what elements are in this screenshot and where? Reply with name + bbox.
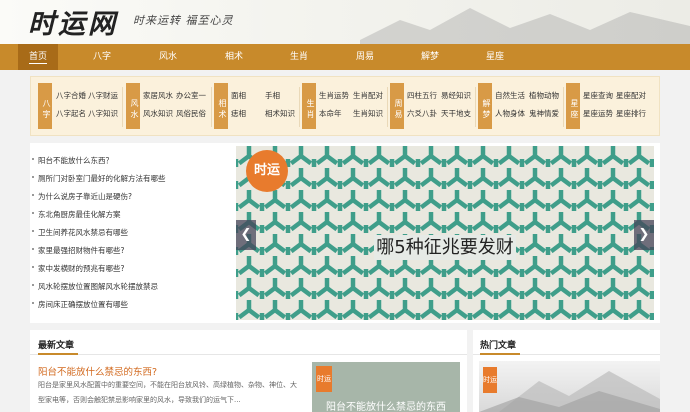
latest-articles-title: 最新文章: [38, 341, 75, 351]
category-link[interactable]: 星座运势: [583, 108, 613, 119]
category-link[interactable]: 星座配对: [616, 90, 646, 101]
category-tag-xiangshu[interactable]: 相术: [214, 83, 228, 129]
category-link[interactable]: 本命年: [319, 108, 342, 119]
category-tag-jiemeng[interactable]: 解梦: [478, 83, 492, 129]
category-divider: [211, 87, 212, 127]
category-link[interactable]: 生肖知识: [353, 108, 383, 119]
category-link[interactable]: 星座排行: [616, 108, 646, 119]
thumbnail-logo: 时运: [316, 366, 332, 392]
category-link[interactable]: 风水知识: [143, 108, 173, 119]
banner-title: 哪5种征兆要发财: [374, 235, 516, 260]
category-tag-zhouyi[interactable]: 周易: [390, 83, 404, 129]
category-divider: [299, 87, 300, 127]
category-divider: [563, 87, 564, 127]
category-link[interactable]: 植物动物: [529, 90, 559, 101]
category-link[interactable]: 相术知识: [265, 108, 295, 119]
article-thumbnail[interactable]: 时运 阳台不能放什么禁忌的东西: [312, 362, 460, 412]
category-link[interactable]: 鬼神情爱: [529, 108, 559, 119]
section-accent: [38, 353, 78, 355]
landscape-illustration: [479, 371, 660, 412]
article-description: 阳台是家里风水配置中的重要空间，不能在阳台放风铃、高绿植物、杂物、神位、大型家电…: [38, 381, 297, 404]
category-link[interactable]: 八字知识: [88, 108, 118, 119]
site-logo[interactable]: 时运网: [28, 2, 118, 41]
category-divider: [122, 87, 123, 127]
nav-shengxiao[interactable]: 生肖: [279, 44, 319, 70]
hot-article-image[interactable]: 时运: [479, 361, 660, 412]
category-link[interactable]: 自然生活: [495, 90, 525, 101]
news-item[interactable]: 东北角厨房最佳化解方案: [32, 209, 121, 220]
nav-xingzuo[interactable]: 星座: [475, 44, 515, 70]
banner-logo: 时运: [246, 150, 288, 192]
section-divider: [30, 354, 467, 355]
thumbnail-caption: 阳台不能放什么禁忌的东西: [326, 402, 446, 412]
category-tag-fengshui[interactable]: 风水: [126, 83, 140, 129]
category-link[interactable]: 六爻八卦: [407, 108, 437, 119]
news-item[interactable]: 阳台不能放什么东西？: [32, 155, 113, 166]
category-link[interactable]: 星座查询: [583, 90, 613, 101]
category-divider: [387, 87, 388, 127]
category-tag-bazi[interactable]: 八字: [38, 83, 52, 129]
news-item[interactable]: 卫生间养花风水禁忌有哪些: [32, 227, 128, 238]
news-item[interactable]: 为什么说房子靠近山是硬伤?: [32, 191, 132, 202]
category-link[interactable]: 八字财运: [88, 90, 118, 101]
main-nav: 首页 八字 风水 相术 生肖 周易 解梦 星座: [0, 44, 690, 70]
category-link[interactable]: 风俗民俗: [176, 108, 206, 119]
mountain-decoration: [360, 8, 690, 44]
news-item[interactable]: 厕所门对卧室门最好的化解方法有哪些: [32, 173, 166, 184]
nav-xiangshu[interactable]: 相术: [214, 44, 254, 70]
hot-articles-title: 热门文章: [480, 341, 517, 351]
banner-prev-button[interactable]: ❮: [236, 220, 256, 250]
news-item[interactable]: 风水轮摆放位置图解风水轮摆放禁忌: [32, 281, 158, 292]
category-link[interactable]: 四柱五行: [407, 90, 437, 101]
category-link[interactable]: 手相: [265, 90, 280, 101]
category-link[interactable]: 天干地支: [441, 108, 471, 119]
category-panel: 八字 八字合婚 八字财运 八字起名 八字知识 风水 家居风水 办公室一 风水知识…: [30, 76, 660, 136]
banner-next-button[interactable]: ❯: [634, 220, 654, 250]
nav-zhouyi[interactable]: 周易: [345, 44, 385, 70]
category-tag-shengxiao[interactable]: 生肖: [302, 83, 316, 129]
category-divider: [475, 87, 476, 127]
category-link[interactable]: 办公室一: [176, 90, 206, 101]
news-item[interactable]: 房间床正确摆放位置有哪些: [32, 299, 128, 310]
news-item[interactable]: 家中发横财的预兆有哪些?: [31, 263, 124, 274]
nav-home[interactable]: 首页: [18, 44, 58, 70]
category-link[interactable]: 家居风水: [143, 90, 173, 101]
site-header: 时运网 时来运转 福至心灵: [0, 0, 690, 44]
site-slogan: 时来运转 福至心灵: [133, 14, 234, 27]
category-tag-xingzuo[interactable]: 星座: [566, 83, 580, 129]
category-link[interactable]: 痣相: [231, 108, 246, 119]
section-accent: [480, 353, 520, 355]
category-link[interactable]: 易经知识: [441, 90, 471, 101]
category-link[interactable]: 八字起名: [56, 108, 86, 119]
nav-bazi[interactable]: 八字: [82, 44, 122, 70]
hero-banner[interactable]: 时运 哪5种征兆要发财 ❮ ❯: [236, 146, 654, 320]
article-title[interactable]: 阳台不能放什么禁忌的东西?: [38, 364, 157, 378]
nav-fengshui[interactable]: 风水: [148, 44, 188, 70]
category-link[interactable]: 面相: [231, 90, 246, 101]
category-link[interactable]: 人物身体: [495, 108, 525, 119]
category-link[interactable]: 八字合婚: [56, 90, 86, 101]
category-link[interactable]: 生肖配对: [353, 90, 383, 101]
category-link[interactable]: 生肖运势: [319, 90, 349, 101]
nav-jiemeng[interactable]: 解梦: [410, 44, 450, 70]
news-item[interactable]: 家里最强招财物件有哪些?: [31, 245, 124, 256]
